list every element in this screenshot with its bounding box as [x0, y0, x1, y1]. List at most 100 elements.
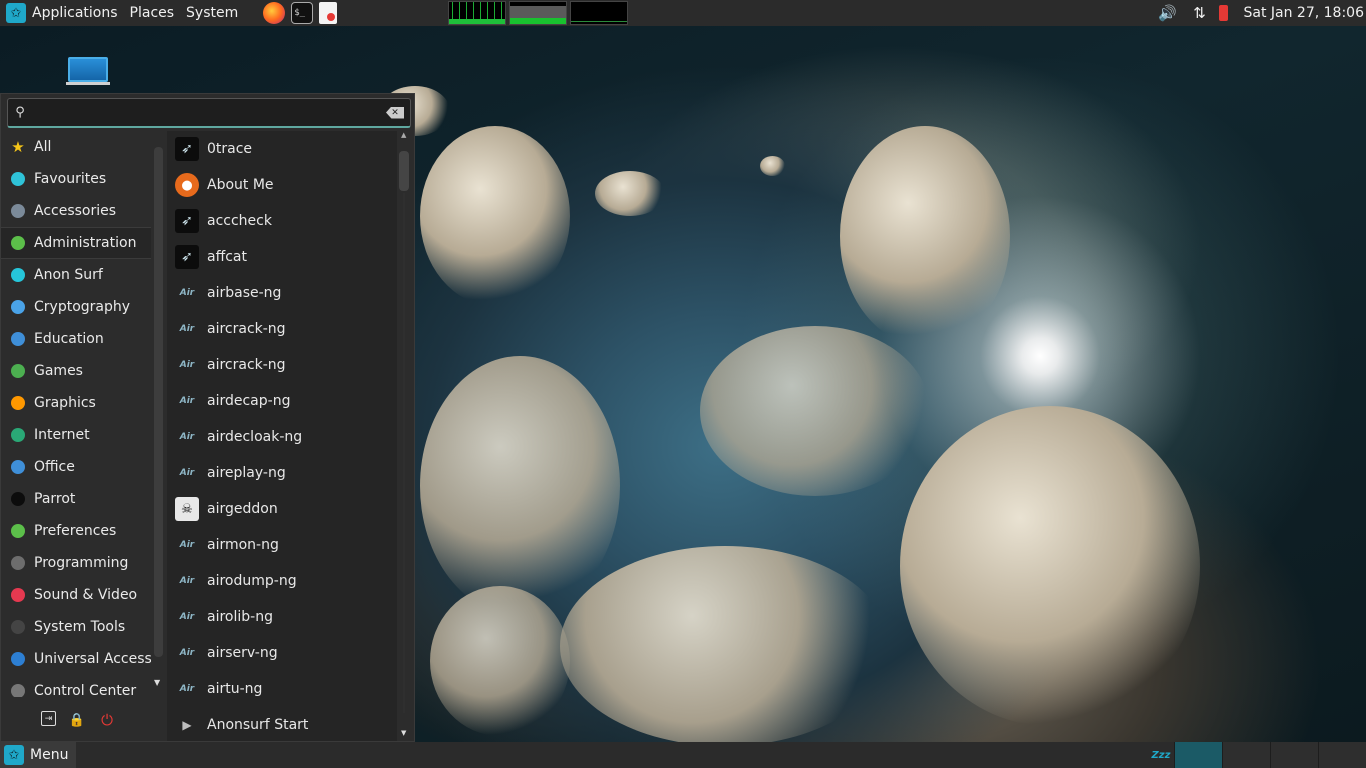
category-list: ★ All Favourites Accessories Administration A… — [1, 131, 151, 697]
app-label: aircrack-ng — [207, 321, 286, 337]
app-label: Anonsurf Start — [207, 717, 309, 733]
category-sound-video[interactable]: Sound & Video — [1, 579, 151, 611]
app-item[interactable]: Air aireplay-ng — [167, 455, 397, 491]
application-menu-popup: ⚲ ✕ ★ All Favourites Accessories Administrat… — [0, 93, 415, 742]
category-universal-access[interactable]: Universal Access — [1, 643, 151, 675]
parrot-icon — [11, 492, 25, 506]
category-internet[interactable]: Internet — [1, 419, 151, 451]
category-label: Preferences — [34, 523, 117, 539]
logout-icon[interactable]: ⇥ — [41, 711, 56, 726]
app-item[interactable]: Air airolib-ng — [167, 599, 397, 635]
scroll-up-icon[interactable]: ▲ — [401, 131, 406, 139]
category-all[interactable]: ★ All — [1, 131, 151, 163]
clock[interactable]: Sat Jan 27, 18:06 — [1236, 5, 1366, 21]
network-icon[interactable]: ⇅ — [1188, 0, 1212, 26]
top-panel: ✩ Applications Places System $_ 🔊 ⇅ Sat … — [0, 0, 1366, 26]
app-item[interactable]: ▶ Anonsurf Start — [167, 707, 397, 741]
system-tools-icon — [11, 620, 25, 634]
scroll-down-icon[interactable]: ▼ — [401, 729, 406, 737]
shutdown-icon[interactable]: ⏻ — [98, 711, 116, 729]
app-item[interactable]: Air airtu-ng — [167, 671, 397, 707]
app-label: 0trace — [207, 141, 253, 157]
search-icon: ⚲ — [15, 105, 25, 120]
computer-desktop-icon[interactable] — [66, 57, 110, 87]
category-favourites[interactable]: Favourites — [1, 163, 151, 195]
text-editor-icon[interactable] — [319, 2, 338, 24]
firefox-icon[interactable] — [263, 2, 286, 24]
applications-menu[interactable]: ✩ Applications — [0, 0, 124, 26]
workspace-button[interactable] — [1270, 742, 1318, 768]
administration-icon — [11, 236, 25, 250]
category-parrot[interactable]: Parrot — [1, 483, 151, 515]
app-item[interactable]: Air aircrack-ng — [167, 311, 397, 347]
menu-button[interactable]: ✩ Menu — [0, 742, 77, 768]
category-graphics[interactable]: Graphics — [1, 387, 151, 419]
aircrack-icon: Air — [179, 432, 195, 442]
cpu-monitor-graph[interactable] — [448, 1, 507, 25]
heart-icon — [11, 172, 25, 186]
category-education[interactable]: Education — [1, 323, 151, 355]
lock-icon[interactable]: 🔒 — [68, 711, 86, 729]
app-label: airodump-ng — [207, 573, 297, 589]
category-label: Graphics — [34, 395, 96, 411]
category-label: Internet — [34, 427, 90, 443]
app-item[interactable]: ➶ affcat — [167, 239, 397, 275]
category-scrollbar[interactable]: ▼ — [152, 131, 165, 697]
terminal-icon[interactable]: $_ — [291, 2, 314, 24]
accessories-icon — [11, 204, 25, 218]
system-menu[interactable]: System — [180, 0, 244, 26]
app-item[interactable]: Air airmon-ng — [167, 527, 397, 563]
category-office[interactable]: Office — [1, 451, 151, 483]
memory-monitor-graph[interactable] — [509, 1, 568, 25]
volume-icon[interactable]: 🔊 — [1156, 0, 1180, 26]
cryptography-icon — [11, 300, 25, 314]
category-accessories[interactable]: Accessories — [1, 195, 151, 227]
app-item[interactable]: ● About Me — [167, 167, 397, 203]
aircrack-icon: Air — [179, 288, 195, 298]
category-label: Administration — [34, 235, 137, 251]
workspace-button[interactable] — [1222, 742, 1270, 768]
internet-icon — [11, 428, 25, 442]
search-input[interactable] — [32, 99, 386, 126]
category-games[interactable]: Games — [1, 355, 151, 387]
battery-icon[interactable] — [1212, 0, 1236, 26]
category-cryptography[interactable]: Cryptography — [1, 291, 151, 323]
app-item[interactable]: Air airbase-ng — [167, 275, 397, 311]
application-scrollbar[interactable]: ▲ ▼ — [397, 131, 413, 741]
app-label: airdecap-ng — [207, 393, 291, 409]
category-system-tools[interactable]: System Tools — [1, 611, 151, 643]
workspace-button[interactable] — [1318, 742, 1366, 768]
app-item[interactable]: ➶ acccheck — [167, 203, 397, 239]
aircrack-icon: Air — [179, 576, 195, 586]
app-item[interactable]: Air airdecloak-ng — [167, 419, 397, 455]
category-administration[interactable]: Administration — [1, 227, 151, 259]
app-item[interactable]: ➶ 0trace — [167, 131, 397, 167]
app-item[interactable]: Air airserv-ng — [167, 635, 397, 671]
app-label: acccheck — [207, 213, 272, 229]
app-item[interactable]: Air aircrack-ng — [167, 347, 397, 383]
games-icon — [11, 364, 25, 378]
preferences-icon — [11, 524, 25, 538]
category-label: System Tools — [34, 619, 126, 635]
category-preferences[interactable]: Preferences — [1, 515, 151, 547]
app-item[interactable]: ☠ airgeddon — [167, 491, 397, 527]
category-label: Control Center — [34, 683, 137, 697]
menu-button-label: Menu — [30, 747, 69, 763]
app-item[interactable]: Air airdecap-ng — [167, 383, 397, 419]
workspace-button[interactable] — [1174, 742, 1222, 768]
aircrack-icon: Air — [179, 648, 195, 658]
aircrack-icon: Air — [179, 540, 195, 550]
aircrack-icon: Air — [179, 684, 195, 694]
scroll-down-icon[interactable]: ▼ — [154, 678, 160, 687]
network-monitor-graph[interactable] — [570, 1, 629, 25]
clear-search-icon[interactable]: ✕ — [386, 106, 404, 119]
category-programming[interactable]: Programming — [1, 547, 151, 579]
category-label: Universal Access — [34, 651, 151, 667]
category-control-center[interactable]: Control Center — [1, 675, 151, 697]
category-label: Favourites — [34, 171, 107, 187]
sleep-icon[interactable]: Zzz — [1148, 742, 1174, 768]
places-menu[interactable]: Places — [124, 0, 181, 26]
app-label: airserv-ng — [207, 645, 278, 661]
category-anon-surf[interactable]: Anon Surf — [1, 259, 151, 291]
app-item[interactable]: Air airodump-ng — [167, 563, 397, 599]
